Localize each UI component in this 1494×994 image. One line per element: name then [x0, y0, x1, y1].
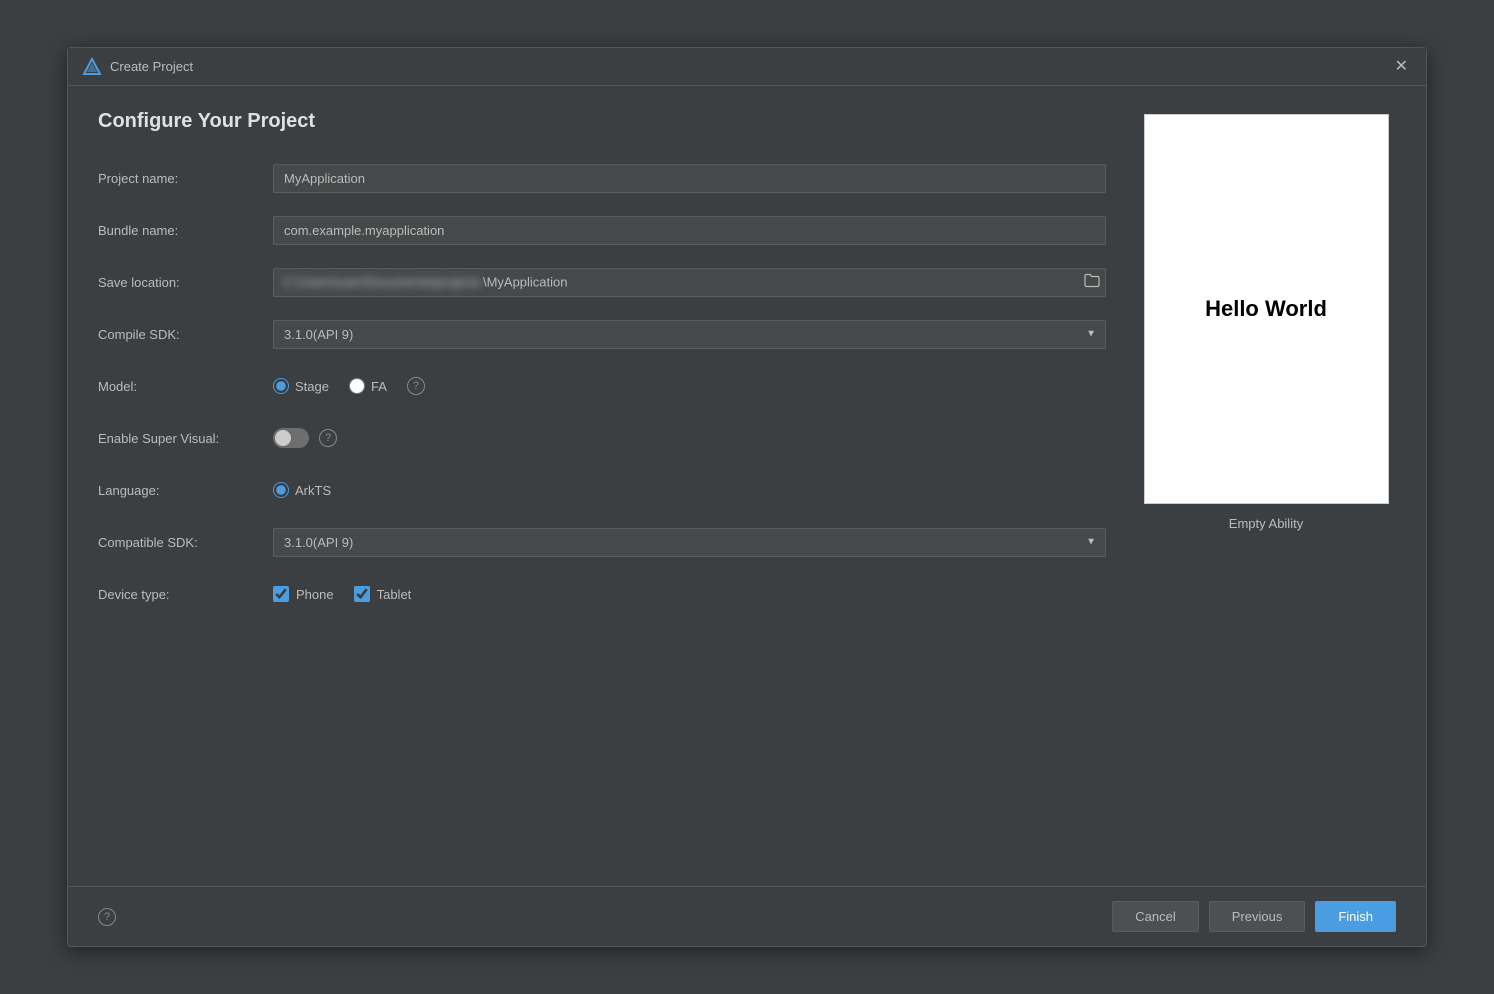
model-label: Model: [98, 379, 273, 394]
save-location-control: C:\Users\user\Documents\projects \MyAppl… [273, 268, 1106, 297]
page-title: Configure Your Project [98, 110, 1106, 133]
save-location-row: Save location: C:\Users\user\Documents\p… [98, 265, 1106, 299]
title-left: Create Project [82, 57, 193, 77]
create-project-dialog: Create Project ✕ Configure Your Project … [67, 47, 1427, 947]
footer-left: ? [98, 908, 116, 926]
language-label: Language: [98, 483, 273, 498]
device-type-checkbox-group: Phone Tablet [273, 586, 1106, 602]
browse-folder-button[interactable] [1084, 274, 1100, 291]
enable-super-visual-control: ? [273, 428, 1106, 448]
bundle-name-input[interactable] [273, 216, 1106, 245]
compile-sdk-label: Compile SDK: [98, 327, 273, 342]
preview-label: Empty Ability [1229, 516, 1303, 531]
project-name-label: Project name: [98, 171, 273, 186]
device-type-control: Phone Tablet [273, 586, 1106, 602]
save-location-wrapper: C:\Users\user\Documents\projects \MyAppl… [273, 268, 1106, 297]
close-button[interactable]: ✕ [1391, 57, 1412, 77]
folder-icon [1084, 274, 1100, 288]
super-visual-help-icon[interactable]: ? [319, 429, 337, 447]
bundle-name-label: Bundle name: [98, 223, 273, 238]
model-fa-radio[interactable]: FA [349, 378, 387, 394]
bundle-name-control [273, 216, 1106, 245]
dialog-footer: ? Cancel Previous Finish [68, 886, 1426, 946]
compile-sdk-select[interactable]: 3.1.0(API 9) 3.0.0(API 8) 2.2.0(API 7) [273, 320, 1106, 349]
language-control: ArkTS [273, 482, 1106, 498]
form-section: Configure Your Project Project name: Bun… [98, 110, 1106, 870]
save-location-label: Save location: [98, 275, 273, 290]
project-name-input[interactable] [273, 164, 1106, 193]
previous-button[interactable]: Previous [1209, 901, 1306, 932]
device-tablet-checkbox-label[interactable]: Tablet [354, 586, 412, 602]
model-stage-input[interactable] [273, 378, 289, 394]
model-fa-label: FA [371, 379, 387, 394]
bundle-name-row: Bundle name: [98, 213, 1106, 247]
language-row: Language: ArkTS [98, 473, 1106, 507]
app-logo-icon [82, 57, 102, 77]
device-tablet-label: Tablet [377, 587, 412, 602]
device-tablet-checkbox[interactable] [354, 586, 370, 602]
language-arkts-label: ArkTS [295, 483, 331, 498]
model-stage-label: Stage [295, 379, 329, 394]
compile-sdk-control: 3.1.0(API 9) 3.0.0(API 8) 2.2.0(API 7) ▼ [273, 320, 1106, 349]
footer-help-icon[interactable]: ? [98, 908, 116, 926]
model-help-icon[interactable]: ? [407, 377, 425, 395]
compatible-sdk-control: 3.1.0(API 9) 3.0.0(API 8) 2.2.0(API 7) ▼ [273, 528, 1106, 557]
project-name-row: Project name: [98, 161, 1106, 195]
model-control: Stage FA ? [273, 377, 1106, 395]
device-type-label: Device type: [98, 587, 273, 602]
preview-frame: Hello World [1144, 114, 1389, 504]
compatible-sdk-wrapper: 3.1.0(API 9) 3.0.0(API 8) 2.2.0(API 7) ▼ [273, 528, 1106, 557]
preview-section: Hello World Empty Ability [1136, 110, 1396, 870]
toggle-wrapper: ? [273, 428, 1106, 448]
project-name-control [273, 164, 1106, 193]
language-radio-group: ArkTS [273, 482, 1106, 498]
compile-sdk-wrapper: 3.1.0(API 9) 3.0.0(API 8) 2.2.0(API 7) ▼ [273, 320, 1106, 349]
device-type-row: Device type: Phone Tablet [98, 577, 1106, 611]
dialog-titlebar: Create Project ✕ [68, 48, 1426, 86]
compatible-sdk-row: Compatible SDK: 3.1.0(API 9) 3.0.0(API 8… [98, 525, 1106, 559]
compatible-sdk-label: Compatible SDK: [98, 535, 273, 550]
cancel-button[interactable]: Cancel [1112, 901, 1198, 932]
enable-super-visual-label: Enable Super Visual: [98, 431, 273, 446]
enable-super-visual-row: Enable Super Visual: ? [98, 421, 1106, 455]
preview-hello-world: Hello World [1205, 296, 1327, 322]
device-phone-label: Phone [296, 587, 334, 602]
model-row: Model: Stage FA ? [98, 369, 1106, 403]
compatible-sdk-select[interactable]: 3.1.0(API 9) 3.0.0(API 8) 2.2.0(API 7) [273, 528, 1106, 557]
dialog-body: Configure Your Project Project name: Bun… [68, 86, 1426, 886]
super-visual-toggle[interactable] [273, 428, 309, 448]
device-phone-checkbox[interactable] [273, 586, 289, 602]
language-arkts-radio[interactable]: ArkTS [273, 482, 331, 498]
device-phone-checkbox-label[interactable]: Phone [273, 586, 334, 602]
save-location-input[interactable] [273, 268, 1106, 297]
toggle-slider [273, 428, 309, 448]
finish-button[interactable]: Finish [1315, 901, 1396, 932]
footer-right: Cancel Previous Finish [1112, 901, 1396, 932]
model-stage-radio[interactable]: Stage [273, 378, 329, 394]
dialog-title: Create Project [110, 59, 193, 74]
model-radio-group: Stage FA ? [273, 377, 1106, 395]
compile-sdk-row: Compile SDK: 3.1.0(API 9) 3.0.0(API 8) 2… [98, 317, 1106, 351]
model-fa-input[interactable] [349, 378, 365, 394]
language-arkts-input[interactable] [273, 482, 289, 498]
